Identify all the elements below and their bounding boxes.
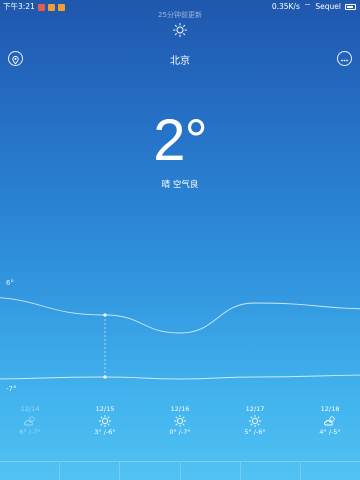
forecast-day[interactable]: 12/17 5° /-6° [230,405,280,436]
bottom-tab[interactable] [120,462,181,480]
temperature-chart-svg [0,297,360,380]
weather-condition: 晴 空气良 [161,180,199,190]
more-icon [341,59,348,62]
sun-icon [248,414,262,428]
sun-icon [98,414,112,428]
forecast-range: 5° /-6° [244,428,266,436]
bottom-tab[interactable] [241,462,301,480]
forecast-list: 12/14 6° /-7° 12/15 3° /-6° 12/16 0° /-7° 12/1… [0,405,360,443]
axis-label-high: 6° [6,279,14,287]
sun-icon [173,23,187,37]
more-button[interactable] [337,51,352,66]
forecast-range: 6° /-7° [19,428,41,436]
forecast-date: 12/18 [320,405,340,413]
axis-label-low: -7° [6,385,17,393]
forecast-date: 12/14 [20,405,40,413]
low-temp-line [0,374,360,380]
bottom-tab[interactable] [60,462,121,480]
high-temp-point [103,313,107,317]
bottom-tab[interactable] [181,462,241,480]
partly-cloudy-icon [23,415,37,427]
bottom-bar [0,461,360,480]
forecast-date: 12/17 [245,405,265,413]
temperature-chart: 6° -7° [0,270,360,400]
low-temp-point [103,375,107,379]
forecast-range: 3° /-6° [94,428,116,436]
sun-icon [173,414,187,428]
forecast-date: 12/16 [170,405,190,413]
forecast-day[interactable]: 12/15 3° /-6° [80,405,130,436]
bottom-tab[interactable] [301,462,360,480]
forecast-day[interactable]: 12/16 0° /-7° [155,405,205,436]
current-temperature: 2° [153,108,207,173]
partly-cloudy-icon [323,415,337,427]
forecast-date: 12/15 [95,405,115,413]
update-time: 25分钟前更新 [158,11,202,19]
current-weather: 2° [0,112,360,170]
high-temp-line [0,297,360,334]
forecast-range: 0° /-7° [169,428,191,436]
forecast-day[interactable]: 12/14 6° /-7° [5,405,55,436]
city-name[interactable]: 北京 [0,52,360,67]
bottom-tab[interactable] [0,462,61,480]
forecast-range: 4° /-5° [319,428,341,436]
forecast-day[interactable]: 12/18 4° /-5° [305,405,355,436]
